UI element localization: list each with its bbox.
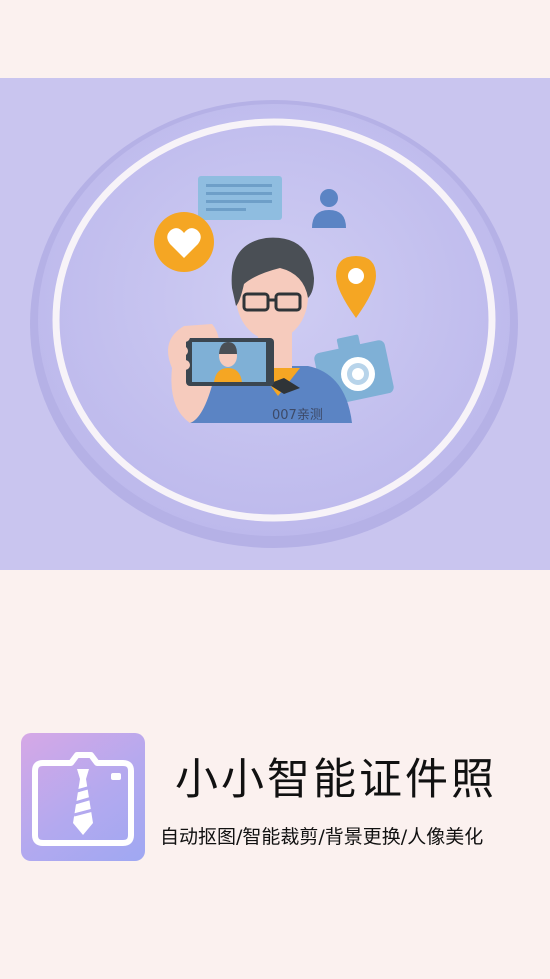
app-branding: 小小智能证件照 自动抠图/智能裁剪/背景更换/人像美化 <box>0 733 550 863</box>
hero-banner: 007亲测 <box>0 78 550 570</box>
app-title: 小小智能证件照 <box>175 755 497 805</box>
heart-icon <box>154 212 214 272</box>
chat-bubble-icon <box>198 176 282 220</box>
app-screen: { "hero": { "watermark": "007亲测" }, "app… <box>0 0 550 979</box>
watermark-text: 007亲测 <box>272 408 323 423</box>
hero-illustration <box>30 100 518 548</box>
app-subtitle: 自动抠图/智能裁剪/背景更换/人像美化 <box>160 826 484 848</box>
camera-tie-icon <box>32 752 134 846</box>
app-icon <box>21 733 145 861</box>
